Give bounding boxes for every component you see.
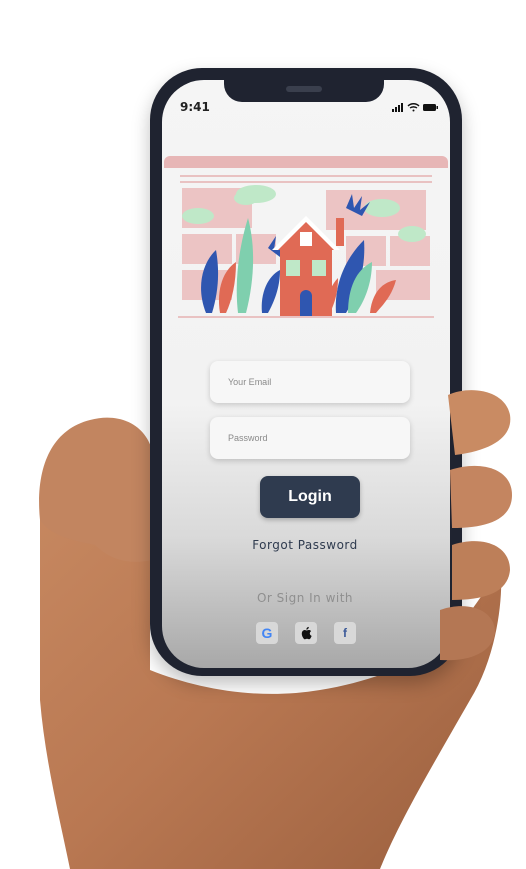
signal-icon xyxy=(392,103,403,112)
apple-button[interactable] xyxy=(295,622,317,644)
forgot-password-link[interactable]: Forgot Password xyxy=(230,538,380,552)
hero-divider xyxy=(180,175,432,177)
battery-icon xyxy=(423,104,438,111)
facebook-icon: f xyxy=(343,626,347,640)
leaf-icon xyxy=(201,218,290,313)
speaker-grille xyxy=(286,86,322,92)
google-button[interactable]: G xyxy=(256,622,278,644)
hero-top-bar xyxy=(164,156,448,168)
status-time: 9:41 xyxy=(180,100,210,114)
status-icons xyxy=(392,103,438,112)
facebook-button[interactable]: f xyxy=(334,622,356,644)
hero-ground-line xyxy=(178,316,434,318)
password-input[interactable] xyxy=(210,417,410,459)
login-button[interactable]: Login xyxy=(260,476,360,518)
google-icon: G xyxy=(261,625,273,641)
email-input[interactable] xyxy=(210,361,410,403)
apple-icon xyxy=(301,626,312,640)
wifi-icon xyxy=(407,103,420,112)
or-sign-in-label: Or Sign In with xyxy=(256,591,354,605)
house-illustration xyxy=(182,185,430,316)
